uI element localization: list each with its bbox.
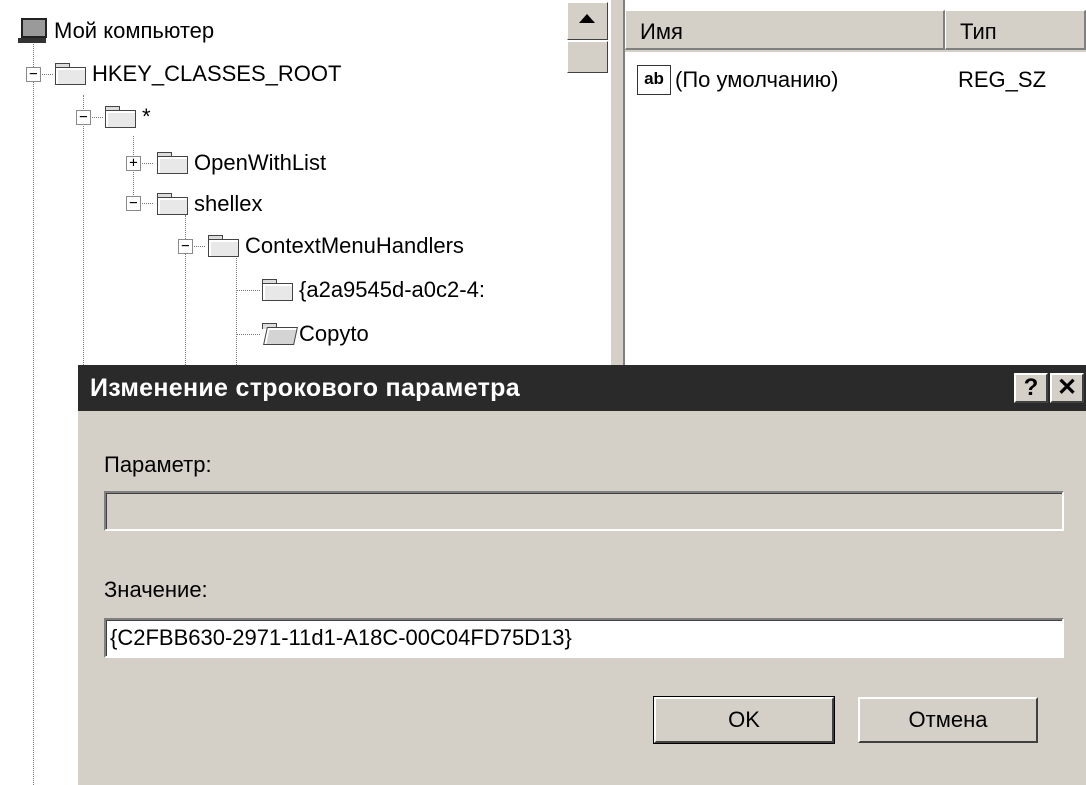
- dialog-title: Изменение строкового параметра: [90, 374, 520, 402]
- collapse-toggle[interactable]: −: [178, 239, 193, 254]
- dialog-title-bar[interactable]: Изменение строкового параметра ? ✕: [78, 365, 1086, 411]
- param-name-field[interactable]: [104, 491, 1064, 531]
- expand-toggle[interactable]: +: [126, 156, 141, 171]
- tree-line: [83, 95, 84, 365]
- tree-node-hkcr[interactable]: HKEY_CLASSES_ROOT: [55, 57, 341, 91]
- tree-node-label: *: [142, 104, 151, 129]
- folder-icon: [208, 235, 239, 257]
- tree-line: [33, 32, 34, 785]
- param-label: Параметр:: [104, 452, 212, 477]
- string-value-icon: ab: [637, 65, 671, 95]
- help-button[interactable]: ?: [1014, 373, 1048, 403]
- tree-node-label: Мой компьютер: [54, 18, 215, 43]
- folder-icon: [105, 106, 136, 128]
- tree-node-star[interactable]: *: [105, 100, 151, 134]
- tree-node-my-computer[interactable]: Мой компьютер: [18, 14, 214, 48]
- collapse-toggle[interactable]: −: [26, 67, 41, 82]
- tree-node-shellex[interactable]: shellex: [157, 187, 262, 221]
- tree-line: [236, 334, 260, 335]
- list-header: Имя Тип: [625, 10, 1086, 52]
- tree-node-label: {a2a9545d-a0c2-4:: [299, 277, 485, 302]
- open-folder-icon: [262, 323, 298, 345]
- tree-node-copyto[interactable]: Copyto: [262, 317, 369, 351]
- tree-node-openwithlist[interactable]: OpenWithList: [157, 146, 326, 180]
- tree-node-label: OpenWithList: [194, 150, 327, 175]
- tree-node-label: ContextMenuHandlers: [245, 233, 464, 258]
- value-type-text: REG_SZ: [958, 67, 1047, 92]
- collapse-toggle[interactable]: −: [126, 196, 141, 211]
- scroll-thumb[interactable]: [567, 41, 608, 73]
- column-header-name[interactable]: Имя: [625, 10, 945, 50]
- edit-string-dialog: Изменение строкового параметра ? ✕ Парам…: [76, 365, 1086, 785]
- value-label: Значение:: [104, 577, 208, 602]
- tree-node-contextmenuhandlers[interactable]: ContextMenuHandlers: [208, 229, 464, 263]
- column-header-type[interactable]: Тип: [945, 10, 1086, 50]
- tree-node-label: HKEY_CLASSES_ROOT: [92, 61, 342, 86]
- folder-icon: [157, 193, 188, 215]
- close-button[interactable]: ✕: [1050, 373, 1084, 403]
- computer-icon: [18, 18, 48, 44]
- scroll-up-button[interactable]: [567, 2, 608, 40]
- tree-line: [236, 258, 237, 365]
- folder-icon: [55, 63, 86, 85]
- folder-icon: [157, 152, 188, 174]
- arrow-up-icon: [579, 14, 595, 23]
- list-item[interactable]: ab (По умолчанию): [637, 62, 838, 98]
- value-type: REG_SZ: [958, 62, 1046, 98]
- value-name: (По умолчанию): [675, 67, 839, 92]
- tree-node-guid[interactable]: {a2a9545d-a0c2-4:: [262, 273, 485, 307]
- tree-node-label: shellex: [194, 191, 263, 216]
- tree-line: [236, 290, 260, 291]
- collapse-toggle[interactable]: −: [76, 110, 91, 125]
- ok-button[interactable]: OK: [653, 696, 835, 744]
- value-data-field[interactable]: {C2FBB630-2971-11d1-A18C-00C04FD75D13}: [104, 618, 1064, 658]
- cancel-button[interactable]: Отмена: [858, 697, 1038, 743]
- tree-node-label: Copyto: [299, 321, 369, 346]
- folder-icon: [262, 279, 293, 301]
